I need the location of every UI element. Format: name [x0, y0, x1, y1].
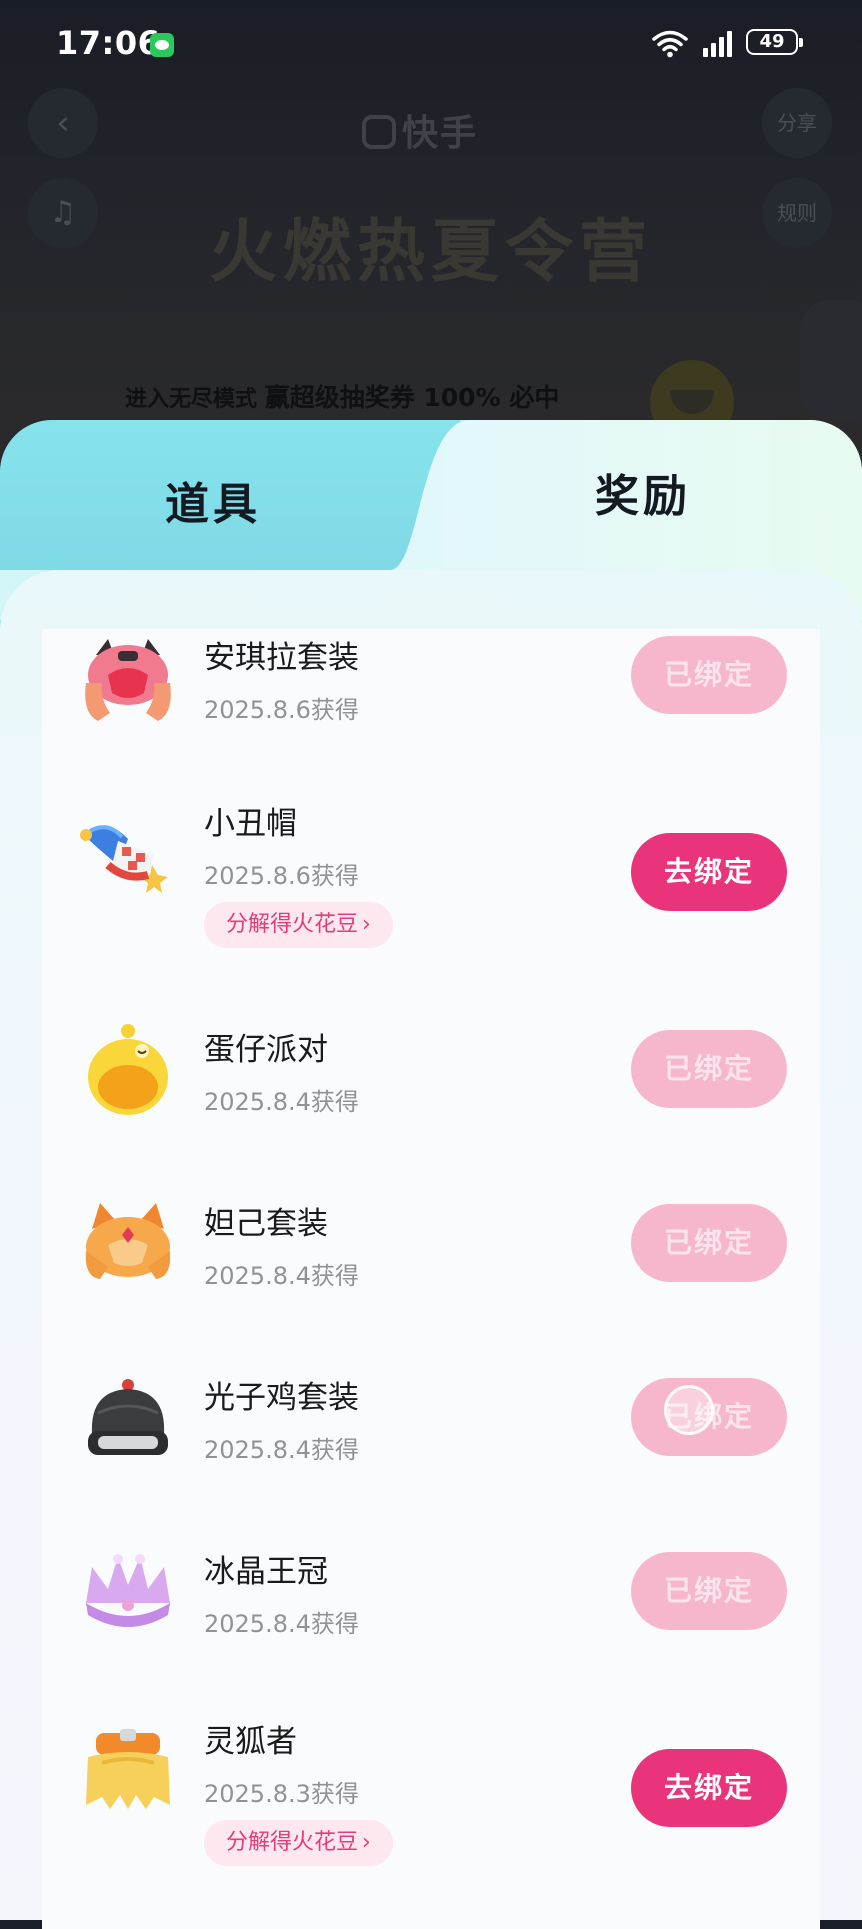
decompose-chip[interactable]: 分解得火花豆 › — [204, 1820, 393, 1866]
reward-name: 灵狐者 — [204, 1724, 297, 1760]
decompose-chip-label: 分解得火花豆 — [226, 1830, 359, 1855]
list-item: 妲己套装 2025.8.4获得 已绑定 — [42, 1195, 820, 1345]
event-banner: 进入无尽模式 赢超级抽奖券 100% 必中 — [125, 383, 560, 412]
bound-button[interactable]: 已绑定 — [631, 636, 787, 714]
kuaishou-logo: 快手 — [362, 104, 478, 156]
tab-rewards[interactable]: 奖励 — [595, 460, 691, 524]
event-title: 火燃热夏令营 — [208, 213, 653, 292]
bind-button[interactable]: 去绑定 — [631, 1749, 787, 1827]
list-item: 蛋仔派对 2025.8.4获得 已绑定 — [42, 1021, 820, 1171]
side-widget — [800, 300, 862, 420]
tab-props[interactable]: 道具 — [165, 468, 261, 532]
reward-date: 2025.8.6获得 — [204, 696, 359, 724]
chevron-right-icon: › — [362, 1830, 371, 1855]
touch-indicator — [664, 1385, 714, 1435]
signal-icon — [703, 31, 732, 57]
decompose-chip-label: 分解得火花豆 — [226, 912, 359, 937]
list-item: 安琪拉套装 2025.8.6获得 已绑定 — [42, 629, 820, 779]
reward-date: 2025.8.4获得 — [204, 1436, 359, 1464]
status-bar: 17:06 49 — [0, 0, 862, 90]
reward-name: 蛋仔派对 — [204, 1032, 328, 1068]
clown-hat-icon — [80, 825, 168, 893]
bound-button[interactable]: 已绑定 — [631, 1552, 787, 1630]
crown-icon — [86, 1554, 170, 1627]
daji-hair-icon — [85, 1203, 171, 1279]
helmet-icon — [88, 1379, 168, 1455]
reward-name: 安琪拉套装 — [204, 640, 359, 676]
reward-name: 小丑帽 — [204, 806, 297, 842]
back-icon[interactable]: ‹ — [28, 88, 98, 158]
reward-name: 妲己套装 — [204, 1206, 328, 1242]
chevron-right-icon: › — [362, 912, 371, 937]
wechat-notification-icon — [150, 33, 174, 57]
wifi-icon — [652, 30, 688, 58]
status-time: 17:06 — [56, 24, 161, 62]
eggy-icon — [88, 1024, 168, 1115]
decompose-chip[interactable]: 分解得火花豆 › — [204, 902, 393, 948]
reward-date: 2025.8.4获得 — [204, 1088, 359, 1116]
list-item: 小丑帽 2025.8.6获得 分解得火花豆 › 去绑定 — [42, 795, 820, 948]
battery-indicator: 49 — [746, 29, 803, 55]
reward-name: 冰晶王冠 — [204, 1554, 328, 1590]
reward-date: 2025.8.4获得 — [204, 1610, 359, 1638]
reward-name: 光子鸡套装 — [204, 1380, 359, 1416]
angela-hair-icon — [85, 639, 171, 721]
bound-button[interactable]: 已绑定 — [631, 1030, 787, 1108]
bound-button[interactable]: 已绑定 — [631, 1204, 787, 1282]
reward-date: 2025.8.3获得 — [204, 1780, 359, 1808]
fox-hair-icon — [86, 1729, 170, 1809]
reward-date: 2025.8.6获得 — [204, 862, 359, 890]
share-button[interactable]: 分享 — [762, 88, 832, 158]
bind-button[interactable]: 去绑定 — [631, 833, 787, 911]
reward-date: 2025.8.4获得 — [204, 1262, 359, 1290]
list-item: 灵狐者 2025.8.3获得 分解得火花豆 › 去绑定 — [42, 1713, 820, 1866]
list-item: 冰晶王冠 2025.8.4获得 已绑定 — [42, 1543, 820, 1693]
